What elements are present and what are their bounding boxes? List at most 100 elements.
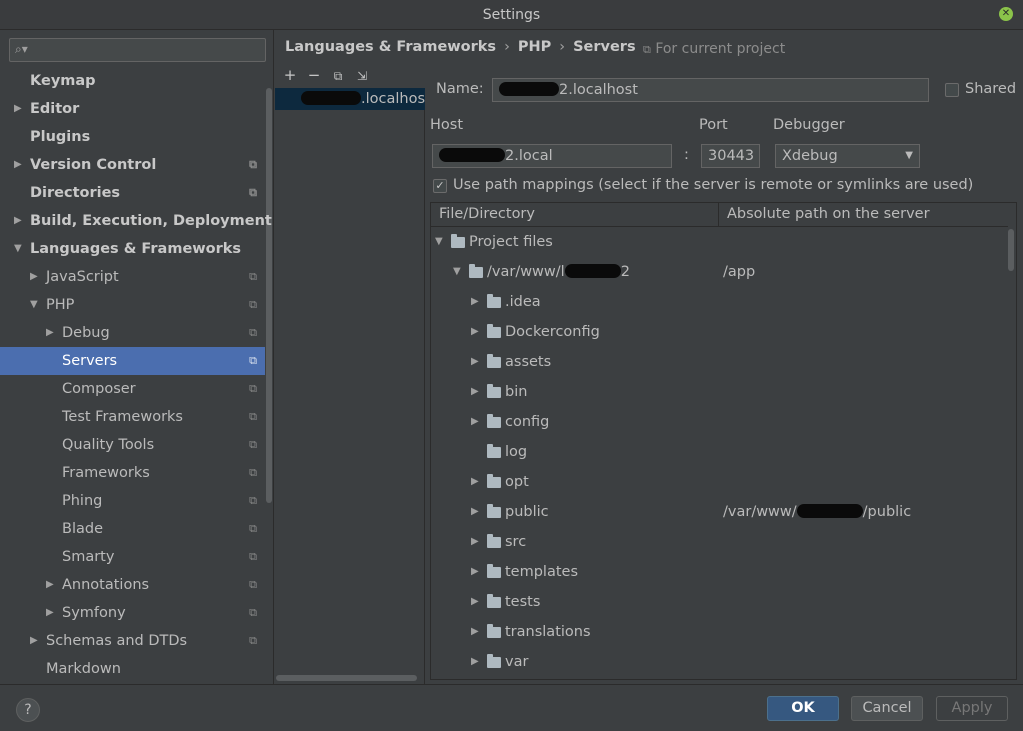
expand-right-icon[interactable]: ▶: [471, 587, 479, 617]
expand-right-icon[interactable]: ▶: [14, 151, 22, 179]
table-row[interactable]: ▶ assets: [431, 347, 1008, 377]
expand-right-icon[interactable]: ▶: [30, 263, 38, 291]
shared-checkbox[interactable]: [945, 83, 959, 97]
path-mappings-checkbox[interactable]: ✓: [433, 179, 447, 193]
server-path[interactable]: /var/www/ /public: [723, 497, 911, 527]
expand-right-icon[interactable]: ▶: [14, 95, 22, 123]
help-button[interactable]: ?: [16, 698, 40, 722]
sidebar-item[interactable]: Frameworks ⧉: [0, 459, 265, 487]
table-row[interactable]: ▶ tests: [431, 587, 1008, 617]
expand-down-icon[interactable]: ▼: [14, 235, 22, 263]
port-field[interactable]: 30443: [701, 144, 760, 168]
sidebar-item[interactable]: ▼ Languages & Frameworks: [0, 235, 265, 263]
column-divider[interactable]: [718, 203, 719, 227]
sidebar-item[interactable]: ▶ Build, Execution, Deployment: [0, 207, 272, 235]
sidebar-item[interactable]: Smarty ⧉: [0, 543, 265, 571]
server-path[interactable]: /app: [723, 257, 755, 287]
expand-down-icon[interactable]: ▼: [453, 257, 461, 287]
table-row[interactable]: ▼ /var/www/l 2/app: [431, 257, 1008, 287]
sidebar-item[interactable]: Blade ⧉: [0, 515, 265, 543]
expand-right-icon[interactable]: ▶: [30, 627, 38, 655]
sidebar-item[interactable]: ▶ Editor: [0, 95, 265, 123]
expand-right-icon[interactable]: ▶: [46, 319, 54, 347]
sidebar-item[interactable]: Directories ⧉: [0, 179, 265, 207]
file-name: log: [505, 437, 527, 467]
expand-right-icon[interactable]: ▶: [471, 557, 479, 587]
import-icon[interactable]: ⇲: [350, 69, 374, 83]
table-row[interactable]: ▶ var: [431, 647, 1008, 677]
expand-right-icon[interactable]: ▶: [471, 497, 479, 527]
expand-right-icon[interactable]: ▶: [471, 527, 479, 557]
sidebar-item[interactable]: ▶ JavaScript ⧉: [0, 263, 265, 291]
cancel-button[interactable]: Cancel: [851, 696, 923, 721]
sidebar-item[interactable]: Plugins: [0, 123, 265, 151]
table-row[interactable]: ▶ translations: [431, 617, 1008, 647]
sidebar-item[interactable]: ▶ Debug ⧉: [0, 319, 265, 347]
dialog-footer: ? OK Cancel Apply: [0, 684, 1023, 731]
expand-right-icon[interactable]: ▶: [471, 617, 479, 647]
expand-down-icon[interactable]: ▼: [435, 227, 443, 257]
expand-right-icon[interactable]: ▶: [471, 377, 479, 407]
expand-right-icon[interactable]: ▶: [46, 571, 54, 599]
folder-icon: [487, 504, 501, 518]
table-row[interactable]: ▶ opt: [431, 467, 1008, 497]
ok-button[interactable]: OK: [767, 696, 839, 721]
expand-right-icon[interactable]: ▶: [471, 647, 479, 677]
sidebar-item[interactable]: Servers ⧉: [0, 347, 265, 375]
expand-right-icon[interactable]: ▶: [471, 347, 479, 377]
sidebar-item[interactable]: ▶ Version Control ⧉: [0, 151, 265, 179]
table-row[interactable]: ▶ public/var/www/ /public: [431, 497, 1008, 527]
file-name-text: Project files: [469, 234, 553, 250]
sidebar-item[interactable]: Composer ⧉: [0, 375, 265, 403]
expand-right-icon[interactable]: ▶: [471, 317, 479, 347]
server-list-item[interactable]: .localhost: [275, 88, 425, 110]
table-row[interactable]: ▶ Dockerconfig: [431, 317, 1008, 347]
file-name: tests: [505, 587, 540, 617]
column-file-directory[interactable]: File/Directory: [439, 206, 535, 222]
expand-right-icon[interactable]: ▶: [46, 599, 54, 627]
apply-button[interactable]: Apply: [936, 696, 1008, 721]
expand-down-icon[interactable]: ▼: [30, 291, 38, 319]
expand-right-icon[interactable]: ▶: [471, 467, 479, 497]
sidebar-item[interactable]: Quality Tools ⧉: [0, 431, 265, 459]
debugger-select[interactable]: Xdebug ▼: [775, 144, 920, 168]
expand-right-icon[interactable]: ▶: [14, 207, 22, 235]
sidebar-item-label: Quality Tools: [62, 437, 155, 453]
sidebar-item-label: Schemas and DTDs: [46, 633, 188, 649]
project-scope-icon: ⧉: [249, 158, 257, 171]
expand-right-icon[interactable]: ▶: [471, 287, 479, 317]
sidebar-item[interactable]: Keymap: [0, 67, 265, 95]
sidebar-item[interactable]: Test Frameworks ⧉: [0, 403, 265, 431]
sidebar-item-label: Frameworks: [62, 465, 150, 481]
sidebar-item[interactable]: ▼ PHP ⧉: [0, 291, 265, 319]
column-absolute-path[interactable]: Absolute path on the server: [727, 206, 930, 222]
breadcrumb: Languages & Frameworks › PHP › Servers: [285, 39, 636, 55]
table-row[interactable]: ▶ config: [431, 407, 1008, 437]
sidebar-scrollbar[interactable]: [266, 88, 272, 503]
remove-icon[interactable]: −: [302, 66, 326, 84]
table-row[interactable]: ▶ src: [431, 527, 1008, 557]
close-icon[interactable]: ✕: [999, 7, 1013, 21]
scope-indicator: ⧉ For current project: [643, 41, 785, 57]
host-field[interactable]: 2.local: [432, 144, 672, 168]
server-list-scrollbar[interactable]: [276, 675, 417, 681]
copy-icon[interactable]: ⧉: [326, 69, 350, 84]
table-scrollbar[interactable]: [1008, 229, 1014, 271]
search-input[interactable]: ⌕▾: [9, 38, 266, 62]
sidebar-item-label: Symfony: [62, 605, 126, 621]
sidebar-item[interactable]: Markdown: [0, 655, 265, 683]
table-row[interactable]: ▶ templates: [431, 557, 1008, 587]
add-icon[interactable]: +: [278, 66, 302, 84]
name-field[interactable]: 2.localhost: [492, 78, 929, 102]
table-row[interactable]: log: [431, 437, 1008, 467]
sidebar-item[interactable]: ▶ Annotations ⧉: [0, 571, 265, 599]
table-row[interactable]: ▼ Project files: [431, 227, 1008, 257]
sidebar-item[interactable]: ▶ Schemas and DTDs ⧉: [0, 627, 265, 655]
sidebar-item[interactable]: ▶ Symfony ⧉: [0, 599, 265, 627]
table-header: File/Directory Absolute path on the serv…: [431, 203, 1008, 227]
sidebar-item[interactable]: Phing ⧉: [0, 487, 265, 515]
table-row[interactable]: ▶ .idea: [431, 287, 1008, 317]
table-row[interactable]: ▶ bin: [431, 377, 1008, 407]
file-name-text: public: [505, 504, 549, 520]
expand-right-icon[interactable]: ▶: [471, 407, 479, 437]
